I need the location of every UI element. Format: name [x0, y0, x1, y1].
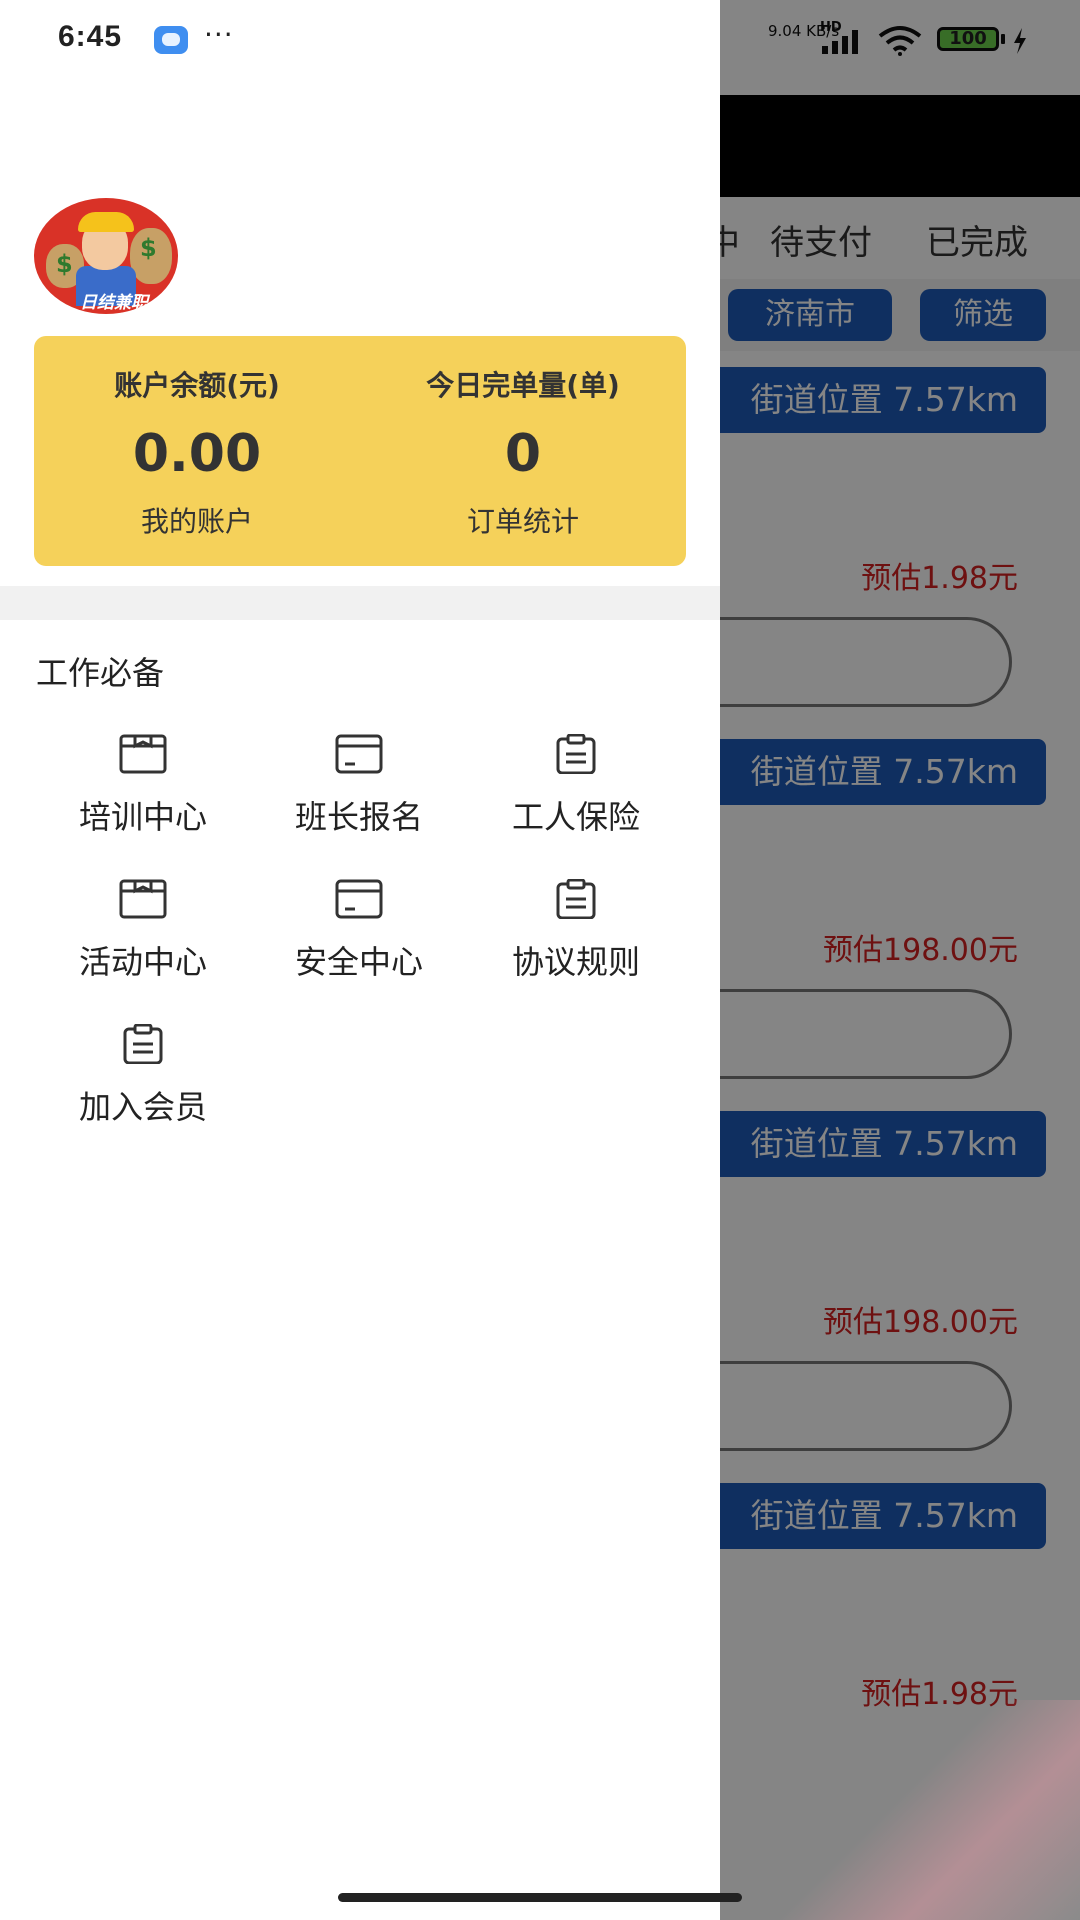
corner-fold-overlay — [720, 1700, 1080, 1920]
card-icon — [335, 734, 383, 774]
menu-item-join-membership[interactable]: 加入会员 — [35, 1024, 251, 1144]
side-drawer: 6:45 ··· 日结兼职 账户余额(元) 0.00 我的账户 今日完单量(单)… — [0, 0, 720, 1920]
order-stats-link[interactable]: 订单统计 — [360, 500, 686, 540]
status-bar: 6:45 ··· — [0, 0, 720, 80]
menu-item-label: 培训中心 — [78, 798, 207, 836]
menu-item-label: 工人保险 — [511, 798, 640, 836]
orders-column[interactable]: 今日完单量(单) 0 订单统计 — [360, 336, 686, 566]
menu-item-team-leader-signup[interactable]: 班长报名 — [251, 734, 467, 854]
menu-item-training-center[interactable]: 培训中心 — [35, 734, 251, 854]
menu-item-label: 活动中心 — [78, 943, 207, 981]
clipboard-icon — [123, 1024, 163, 1064]
hard-hat-icon — [78, 212, 134, 232]
box-icon — [119, 879, 167, 919]
avatar[interactable]: 日结兼职 — [34, 198, 178, 314]
section-title: 工作必备 — [36, 654, 165, 692]
money-bag-icon — [130, 228, 172, 284]
status-time: 6:45 — [58, 20, 123, 53]
menu-item-worker-insurance[interactable]: 工人保险 — [468, 734, 684, 854]
card-icon — [335, 879, 383, 919]
clipboard-icon — [556, 734, 596, 774]
more-notifications-icon: ··· — [204, 18, 234, 51]
balance-value: 0.00 — [132, 424, 262, 484]
home-indicator[interactable] — [338, 1893, 742, 1902]
avatar-banner: 日结兼职 — [80, 293, 148, 313]
menu-item-agreement-rules[interactable]: 协议规则 — [468, 879, 684, 999]
account-summary-card: 账户余额(元) 0.00 我的账户 今日完单量(单) 0 订单统计 — [34, 336, 686, 566]
my-account-link[interactable]: 我的账户 — [34, 500, 360, 540]
menu-item-label: 班长报名 — [294, 798, 423, 836]
menu-item-safety-center[interactable]: 安全中心 — [251, 879, 467, 999]
box-icon — [119, 734, 167, 774]
message-app-icon — [154, 26, 188, 54]
balance-column[interactable]: 账户余额(元) 0.00 我的账户 — [34, 336, 360, 566]
menu-item-activity-center[interactable]: 活动中心 — [35, 879, 251, 999]
balance-label: 账户余额(元) — [114, 369, 280, 402]
orders-label: 今日完单量(单) — [426, 369, 620, 402]
menu-item-label: 协议规则 — [511, 943, 640, 981]
clipboard-icon — [556, 879, 596, 919]
orders-value: 0 — [504, 424, 542, 484]
menu-item-label: 加入会员 — [78, 1088, 207, 1126]
section-divider — [0, 586, 720, 620]
menu-item-label: 安全中心 — [294, 943, 423, 981]
